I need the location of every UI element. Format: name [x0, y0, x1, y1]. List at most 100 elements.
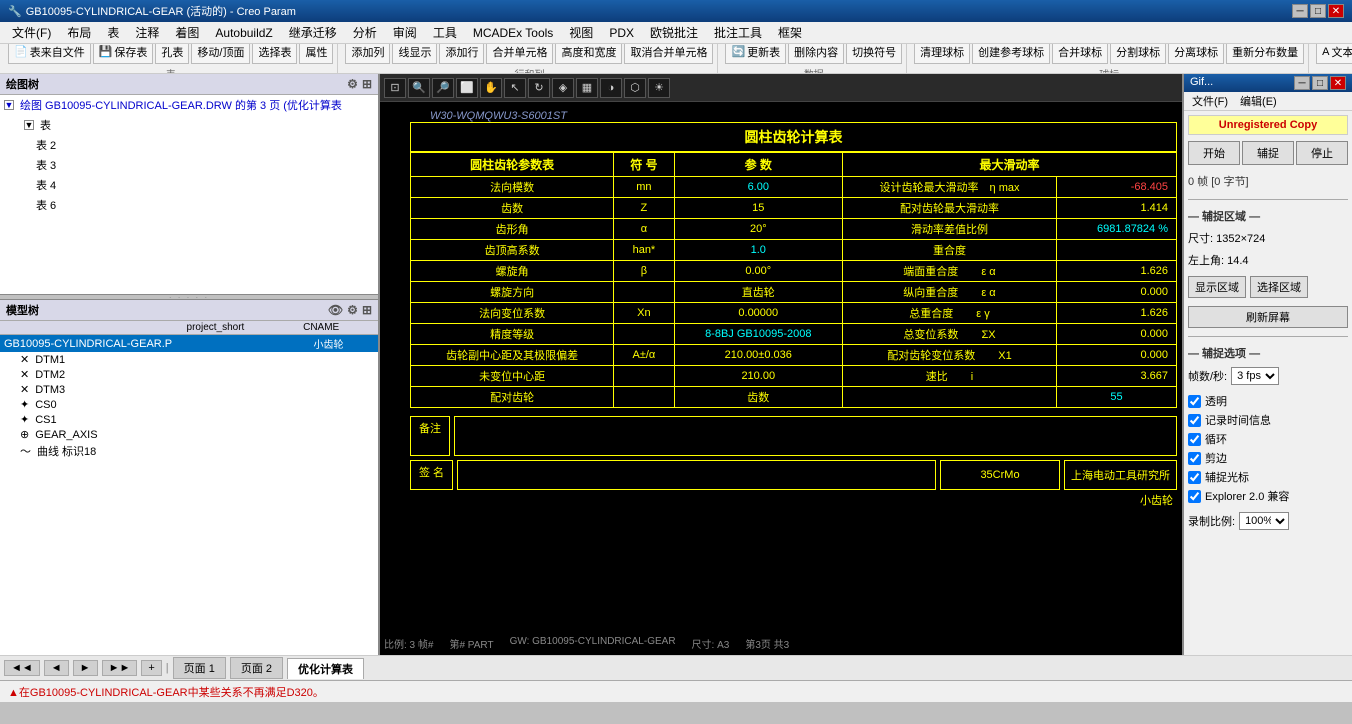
table-from-file-button[interactable]: 📄表来自文件: [8, 44, 91, 64]
zoom-window-icon[interactable]: ⬜: [456, 78, 478, 98]
gif-option-transparent[interactable]: 透明: [1188, 393, 1348, 409]
add-row-button[interactable]: 添加行: [439, 44, 484, 64]
separate-balloon-button[interactable]: 分离球标: [1168, 44, 1224, 64]
drawing-area[interactable]: ⊡ 🔍 🔎 ⬜ ✋ ↖ ↻ ◈ ▦ ◑ ⬡ ☀ W30-WQMQWU3-S600…: [380, 74, 1182, 655]
drawing-tree-table[interactable]: ▼ 表: [0, 115, 378, 135]
menu-pdx[interactable]: PDX: [601, 24, 642, 42]
timestamp-checkbox[interactable]: [1188, 414, 1201, 427]
menu-analysis[interactable]: 分析: [345, 22, 385, 43]
move-top-button[interactable]: 移动/顶面: [191, 44, 250, 64]
update-table-button[interactable]: 🔄更新表: [725, 44, 786, 64]
minimize-button[interactable]: ─: [1292, 4, 1308, 18]
drawing-tree-table2[interactable]: 表 2: [0, 135, 378, 155]
page-prev-button[interactable]: ◄: [44, 660, 69, 676]
pan-icon[interactable]: ✋: [480, 78, 502, 98]
gif-close-button[interactable]: ✕: [1330, 76, 1346, 90]
view3d-icon[interactable]: ◈: [552, 78, 574, 98]
menu-review[interactable]: 审阅: [385, 22, 425, 43]
zoom-out-icon[interactable]: 🔎: [432, 78, 454, 98]
hidden-lines-icon[interactable]: ▦: [576, 78, 598, 98]
explorer-checkbox[interactable]: [1188, 490, 1201, 503]
gif-option-cursor[interactable]: 辅捉光标: [1188, 469, 1348, 485]
text-style-button[interactable]: A文本样式: [1316, 44, 1352, 64]
menu-layout[interactable]: 布局: [59, 22, 99, 43]
drawing-tree-table4[interactable]: 表 4: [0, 175, 378, 195]
menu-table[interactable]: 表: [99, 22, 127, 43]
redistribute-button[interactable]: 重新分布数量: [1226, 44, 1304, 64]
light-icon[interactable]: ☀: [648, 78, 670, 98]
model-tree-item-gear[interactable]: GB10095-CYLINDRICAL-GEAR.P 小齿轮: [0, 335, 378, 352]
tree-expand-table[interactable]: ▼: [24, 120, 34, 130]
menu-annotation[interactable]: 注释: [127, 22, 167, 43]
hole-table-button[interactable]: 孔表: [155, 44, 189, 64]
menu-tools[interactable]: 工具: [425, 22, 465, 43]
shading-icon[interactable]: ◑: [600, 78, 622, 98]
page-tab-2[interactable]: 页面 2: [230, 657, 283, 679]
transparent-checkbox[interactable]: [1188, 395, 1201, 408]
gif-minimize-button[interactable]: ─: [1294, 76, 1310, 90]
gif-stop-button[interactable]: 停止: [1296, 141, 1348, 165]
menu-file[interactable]: 文件(F): [4, 22, 59, 43]
gif-option-explorer[interactable]: Explorer 2.0 兼容: [1188, 488, 1348, 504]
unmerge-cells-button[interactable]: 取消合并单元格: [624, 44, 713, 64]
perspective-icon[interactable]: ⬡: [624, 78, 646, 98]
drawing-tree-table3[interactable]: 表 3: [0, 155, 378, 175]
loop-checkbox[interactable]: [1188, 433, 1201, 446]
split-balloon-button[interactable]: 分割球标: [1110, 44, 1166, 64]
page-next-button[interactable]: ►: [73, 660, 98, 676]
properties-button[interactable]: 属性: [299, 44, 333, 64]
model-tree-dtm3[interactable]: ✕DTM3: [0, 382, 378, 397]
trim-checkbox[interactable]: [1188, 452, 1201, 465]
select-icon[interactable]: ↖: [504, 78, 526, 98]
gif-start-button[interactable]: 开始: [1188, 141, 1240, 165]
model-tree-settings-icon[interactable]: ⚙: [347, 303, 358, 317]
rotate-icon[interactable]: ↻: [528, 78, 550, 98]
drawing-tree-table6[interactable]: 表 6: [0, 195, 378, 215]
line-display-button[interactable]: 线显示: [392, 44, 437, 64]
zoom-fit-icon[interactable]: ⊡: [384, 78, 406, 98]
page-last-button[interactable]: ►►: [102, 660, 138, 676]
gif-option-timestamp[interactable]: 记录时间信息: [1188, 412, 1348, 428]
close-button[interactable]: ✕: [1328, 4, 1344, 18]
menu-autobuildz[interactable]: AutobuildZ: [207, 24, 280, 42]
menu-note-tool[interactable]: 批注工具: [706, 22, 770, 43]
tree-expand-root[interactable]: ▼: [4, 100, 14, 110]
gif-capture-button[interactable]: 辅捉: [1242, 141, 1294, 165]
merge-balloon-button[interactable]: 合并球标: [1052, 44, 1108, 64]
gif-refresh-button[interactable]: 刷新屏幕: [1188, 306, 1348, 328]
zoom-in-icon[interactable]: 🔍: [408, 78, 430, 98]
model-tree-gear-axis[interactable]: ⊕GEAR_AXIS: [0, 427, 378, 442]
drawing-tree-settings-icon[interactable]: ⚙: [347, 77, 358, 91]
clear-balloon-button[interactable]: 清理球标: [914, 44, 970, 64]
delete-content-button[interactable]: 删除内容: [788, 44, 844, 64]
model-tree-curve18[interactable]: 〜曲线 标识18: [0, 442, 378, 460]
model-tree-view-icon[interactable]: 👁: [328, 303, 343, 317]
menu-mcadex[interactable]: MCADEx Tools: [465, 24, 561, 42]
page-add-button[interactable]: +: [141, 660, 161, 676]
select-table-button[interactable]: 选择表: [252, 44, 297, 64]
gif-menu-edit[interactable]: 编辑(E): [1234, 92, 1283, 110]
gif-option-trim[interactable]: 剪边: [1188, 450, 1348, 466]
menu-sharp-note[interactable]: 欧锐批注: [642, 22, 706, 43]
create-ref-balloon-button[interactable]: 创建参考球标: [972, 44, 1050, 64]
menu-frame[interactable]: 框架: [770, 22, 810, 43]
model-tree-dtm2[interactable]: ✕DTM2: [0, 367, 378, 382]
page-tab-optimize[interactable]: 优化计算表: [287, 658, 364, 679]
cad-canvas[interactable]: W30-WQMQWU3-S6001ST 圆柱齿轮计算表 圆柱齿轮参数表 符 号 …: [380, 102, 1182, 655]
model-tree-dtm1[interactable]: ✕DTM1: [0, 352, 378, 367]
height-width-button[interactable]: 高度和宽度: [555, 44, 622, 64]
drawing-tree-root[interactable]: ▼ 绘图 GB10095-CYLINDRICAL-GEAR.DRW 的第 3 页…: [0, 95, 378, 115]
menu-view[interactable]: 视图: [561, 22, 601, 43]
merge-cells-button[interactable]: 合并单元格: [486, 44, 553, 64]
record-ratio-select[interactable]: 100%: [1239, 512, 1289, 530]
model-tree-expand-icon[interactable]: ⊞: [362, 303, 372, 317]
cursor-checkbox[interactable]: [1188, 471, 1201, 484]
menu-sketch[interactable]: 着图: [167, 22, 207, 43]
page-first-button[interactable]: ◄◄: [4, 660, 40, 676]
page-tab-1[interactable]: 页面 1: [173, 657, 226, 679]
drawing-tree-expand-icon[interactable]: ⊞: [362, 77, 372, 91]
fps-select[interactable]: 3 fps: [1231, 367, 1279, 385]
maximize-button[interactable]: □: [1310, 4, 1326, 18]
gif-option-loop[interactable]: 循环: [1188, 431, 1348, 447]
model-tree-cs1[interactable]: ✦CS1: [0, 412, 378, 427]
